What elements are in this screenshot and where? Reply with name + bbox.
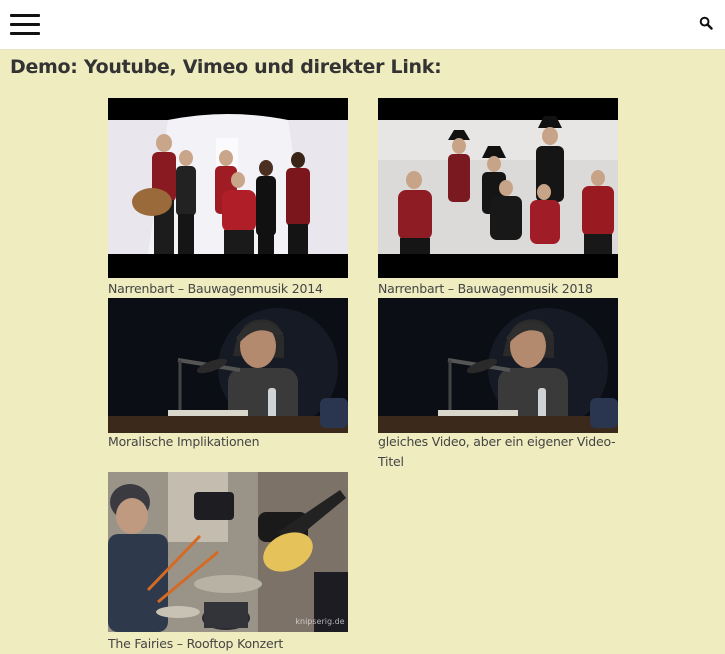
search-icon[interactable] (699, 16, 713, 30)
video-item: Narrenbart – Bauwagenmusik 2018 (378, 98, 618, 299)
video-item: gleiches Video, aber ein eigener Video-T… (378, 298, 618, 472)
video-thumbnail[interactable] (378, 98, 618, 278)
page-title: Demo: Youtube, Vimeo und direkter Link: (10, 56, 442, 78)
photo-watermark: knipserig.de (295, 617, 344, 626)
video-thumbnail[interactable] (378, 298, 618, 433)
video-caption: Moralische Implikationen (108, 434, 260, 449)
video-thumbnail[interactable]: knipserig.de (108, 472, 348, 632)
hamburger-menu-icon[interactable] (10, 14, 40, 36)
video-caption: gleiches Video, aber ein eigener Video-T… (378, 434, 616, 469)
video-caption: Narrenbart – Bauwagenmusik 2018 (378, 281, 593, 296)
top-bar (0, 0, 725, 50)
video-thumbnail[interactable] (108, 98, 348, 278)
video-item: Moralische Implikationen (108, 298, 348, 452)
video-item: Narrenbart – Bauwagenmusik 2014 (108, 98, 348, 299)
video-item: knipserig.de The Fairies – Rooftop Konze… (108, 472, 348, 654)
video-caption: Narrenbart – Bauwagenmusik 2014 (108, 281, 323, 296)
video-caption: The Fairies – Rooftop Konzert (108, 636, 284, 651)
video-thumbnail[interactable] (108, 298, 348, 433)
